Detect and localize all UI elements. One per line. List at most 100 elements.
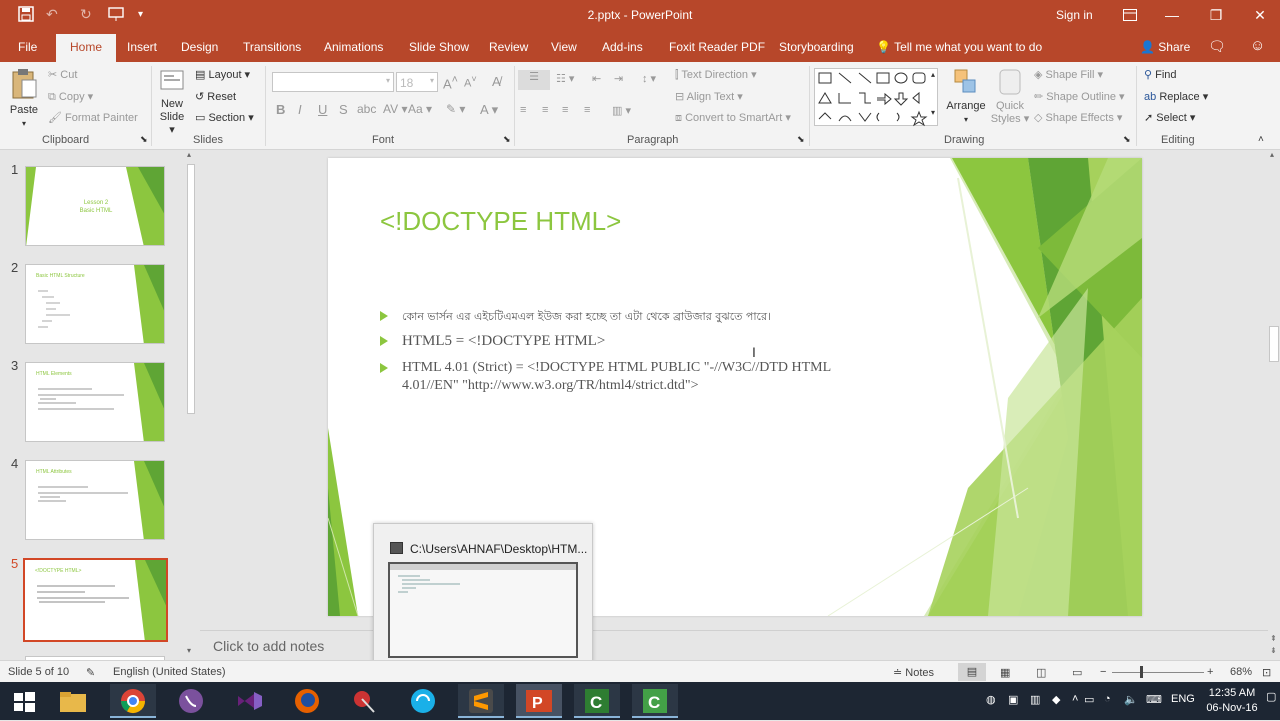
zoom-slider[interactable] [1112, 672, 1204, 673]
increase-indent-icon[interactable]: ⇥ [614, 72, 623, 85]
line-spacing-icon[interactable]: ↕ ▾ [642, 72, 656, 85]
reset-button[interactable]: ↺ Reset [195, 90, 236, 103]
ribbon-display-icon[interactable] [1116, 4, 1144, 26]
new-slide-button[interactable]: New Slide ▾ [156, 68, 188, 137]
reading-view-icon[interactable]: ◫ [1036, 666, 1046, 679]
notifications-icon[interactable]: ▢ [1266, 690, 1276, 703]
notes-button[interactable]: ≐ Notes [893, 666, 934, 679]
slide-sorter-icon[interactable]: ▦ [1000, 666, 1010, 679]
wifi-icon[interactable]: ◔ [1104, 693, 1111, 705]
volume-icon[interactable]: 🔈 [1124, 693, 1138, 706]
language-indicator[interactable]: English (United States) [113, 666, 226, 678]
language-tray[interactable]: ENG [1171, 693, 1195, 705]
zoom-in-icon[interactable]: + [1207, 666, 1213, 678]
gallery-more-icon[interactable]: ▾ [931, 108, 935, 117]
scrollbar-thumb[interactable] [187, 164, 195, 414]
spellcheck-icon[interactable]: ✎ [86, 666, 95, 679]
numbering-icon[interactable]: ☷ ▾ [556, 72, 574, 85]
zoom-level[interactable]: 68% [1230, 666, 1252, 678]
tray-app-icon[interactable]: ◆ [1052, 693, 1060, 706]
highlight-icon[interactable]: ✎ ▾ [446, 102, 465, 116]
slide-counter[interactable]: Slide 5 of 10 [8, 666, 69, 678]
thumbnail-scrollbar[interactable]: ▴ ▾ [186, 150, 196, 656]
slide-thumbnail-4[interactable]: HTML Attributes [25, 460, 165, 540]
tell-me-box[interactable]: 💡 Tell me what you want to do [876, 40, 1042, 54]
notes-pane[interactable]: Click to add notes [200, 630, 1268, 660]
network-icon[interactable]: ▭ [1084, 693, 1094, 706]
font-size-input[interactable]: 18 ▾ [396, 72, 438, 92]
italic-icon[interactable]: I [298, 102, 302, 117]
cut-button[interactable]: ✂ Cut [48, 68, 77, 81]
tab-slide-show[interactable]: Slide Show [409, 40, 469, 54]
text-direction-button[interactable]: ⫿ Text Direction ▾ [675, 68, 757, 82]
app-taskbar[interactable] [400, 684, 446, 718]
find-button[interactable]: ⚲ Find [1144, 68, 1177, 81]
bold-icon[interactable]: B [276, 102, 285, 117]
maximize-icon[interactable]: ❐ [1202, 4, 1230, 26]
sign-in-link[interactable]: Sign in [1056, 8, 1093, 22]
powerpoint-taskbar[interactable]: P [516, 684, 562, 718]
scroll-up-icon[interactable]: ▴ [187, 150, 191, 159]
char-spacing-icon[interactable]: AV ▾ [383, 102, 407, 116]
align-right-icon[interactable]: ≡ [562, 104, 568, 116]
taskbar-preview-popup[interactable]: C:\Users\AHNAF\Desktop\HTM... [373, 523, 593, 675]
file-explorer-taskbar[interactable] [50, 684, 96, 718]
underline-icon[interactable]: U [318, 102, 327, 117]
tab-file[interactable]: File [18, 40, 37, 54]
tab-transitions[interactable]: Transitions [243, 40, 301, 54]
tab-view[interactable]: View [551, 40, 577, 54]
tab-insert[interactable]: Insert [127, 40, 157, 54]
tab-storyboarding[interactable]: Storyboarding [779, 40, 854, 54]
shape-fill-button[interactable]: ◈ Shape Fill ▾ [1034, 68, 1103, 81]
tab-foxit[interactable]: Foxit Reader PDF [669, 40, 765, 54]
paste-dropdown-icon[interactable]: ▾ [8, 117, 40, 130]
fit-to-window-icon[interactable]: ⊡ [1262, 666, 1271, 679]
zoom-out-icon[interactable]: − [1100, 666, 1106, 678]
tab-add-ins[interactable]: Add-ins [602, 40, 643, 54]
select-button[interactable]: ➚ Select ▾ [1144, 111, 1195, 124]
show-hidden-icons[interactable]: ˄ [1072, 693, 1078, 705]
snipping-taskbar[interactable] [342, 684, 388, 718]
notes-placeholder[interactable]: Click to add notes [213, 638, 324, 654]
scroll-down-icon[interactable]: ▾ [187, 646, 191, 655]
slide-thumbnail-1[interactable]: Lesson 2 Basic HTML [25, 166, 165, 246]
drawing-launcher-icon[interactable]: ⬊ [1123, 134, 1131, 145]
minimize-icon[interactable]: — [1158, 4, 1186, 26]
scroll-up-icon[interactable]: ▴ [1270, 150, 1274, 159]
tray-app-icon[interactable]: ▥ [1030, 693, 1040, 706]
gallery-scroll-up-icon[interactable]: ▴ [931, 70, 935, 79]
visual-studio-taskbar[interactable] [226, 684, 272, 718]
tab-home[interactable]: Home [56, 34, 117, 62]
zoom-slider-handle[interactable] [1140, 666, 1143, 678]
slide-thumbnail-3[interactable]: HTML Elements [25, 362, 165, 442]
camtasia-recorder-taskbar[interactable]: C [632, 684, 678, 718]
copy-button[interactable]: ⧉ Copy ▾ [48, 90, 93, 104]
tab-design[interactable]: Design [181, 40, 218, 54]
firefox-taskbar[interactable] [284, 684, 330, 718]
font-name-input[interactable]: ▾ [272, 72, 394, 92]
paste-button[interactable]: Paste ▾ [8, 68, 40, 130]
decrease-font-icon[interactable]: A˅ [464, 74, 477, 90]
smiley-icon[interactable]: ☺ [1250, 37, 1265, 54]
tab-animations[interactable]: Animations [324, 40, 383, 54]
replace-button[interactable]: ab Replace ▾ [1144, 90, 1208, 103]
close-icon[interactable]: ✕ [1246, 4, 1274, 26]
taskbar-clock[interactable]: 12:35 AM 06-Nov-16 [1200, 686, 1264, 716]
columns-icon[interactable]: ▥ ▾ [612, 104, 631, 117]
preview-thumbnail[interactable] [388, 562, 578, 658]
camtasia-taskbar[interactable]: C [574, 684, 620, 718]
clipboard-launcher-icon[interactable]: ⬊ [140, 134, 148, 145]
justify-icon[interactable]: ≡ [584, 104, 590, 116]
bullets-icon[interactable]: ☰ [518, 70, 550, 90]
smartart-button[interactable]: ⧈ Convert to SmartArt ▾ [675, 111, 791, 125]
editor-scrollbar[interactable]: ▴ ⇞ ⇟ [1268, 150, 1280, 660]
collapse-ribbon-icon[interactable]: ˄ [1258, 134, 1264, 145]
layout-button[interactable]: ▤ Layout ▾ [195, 68, 250, 81]
tray-app-icon[interactable]: ▣ [1008, 693, 1018, 706]
slide-thumbnail-5[interactable]: <!DOCTYPE HTML> [23, 558, 168, 642]
chrome-taskbar[interactable] [110, 684, 156, 718]
keyboard-icon[interactable]: ⌨ [1146, 693, 1162, 706]
change-case-icon[interactable]: Aa ▾ [408, 102, 432, 116]
shadow-icon[interactable]: S [339, 102, 348, 117]
viber-taskbar[interactable] [168, 684, 214, 718]
